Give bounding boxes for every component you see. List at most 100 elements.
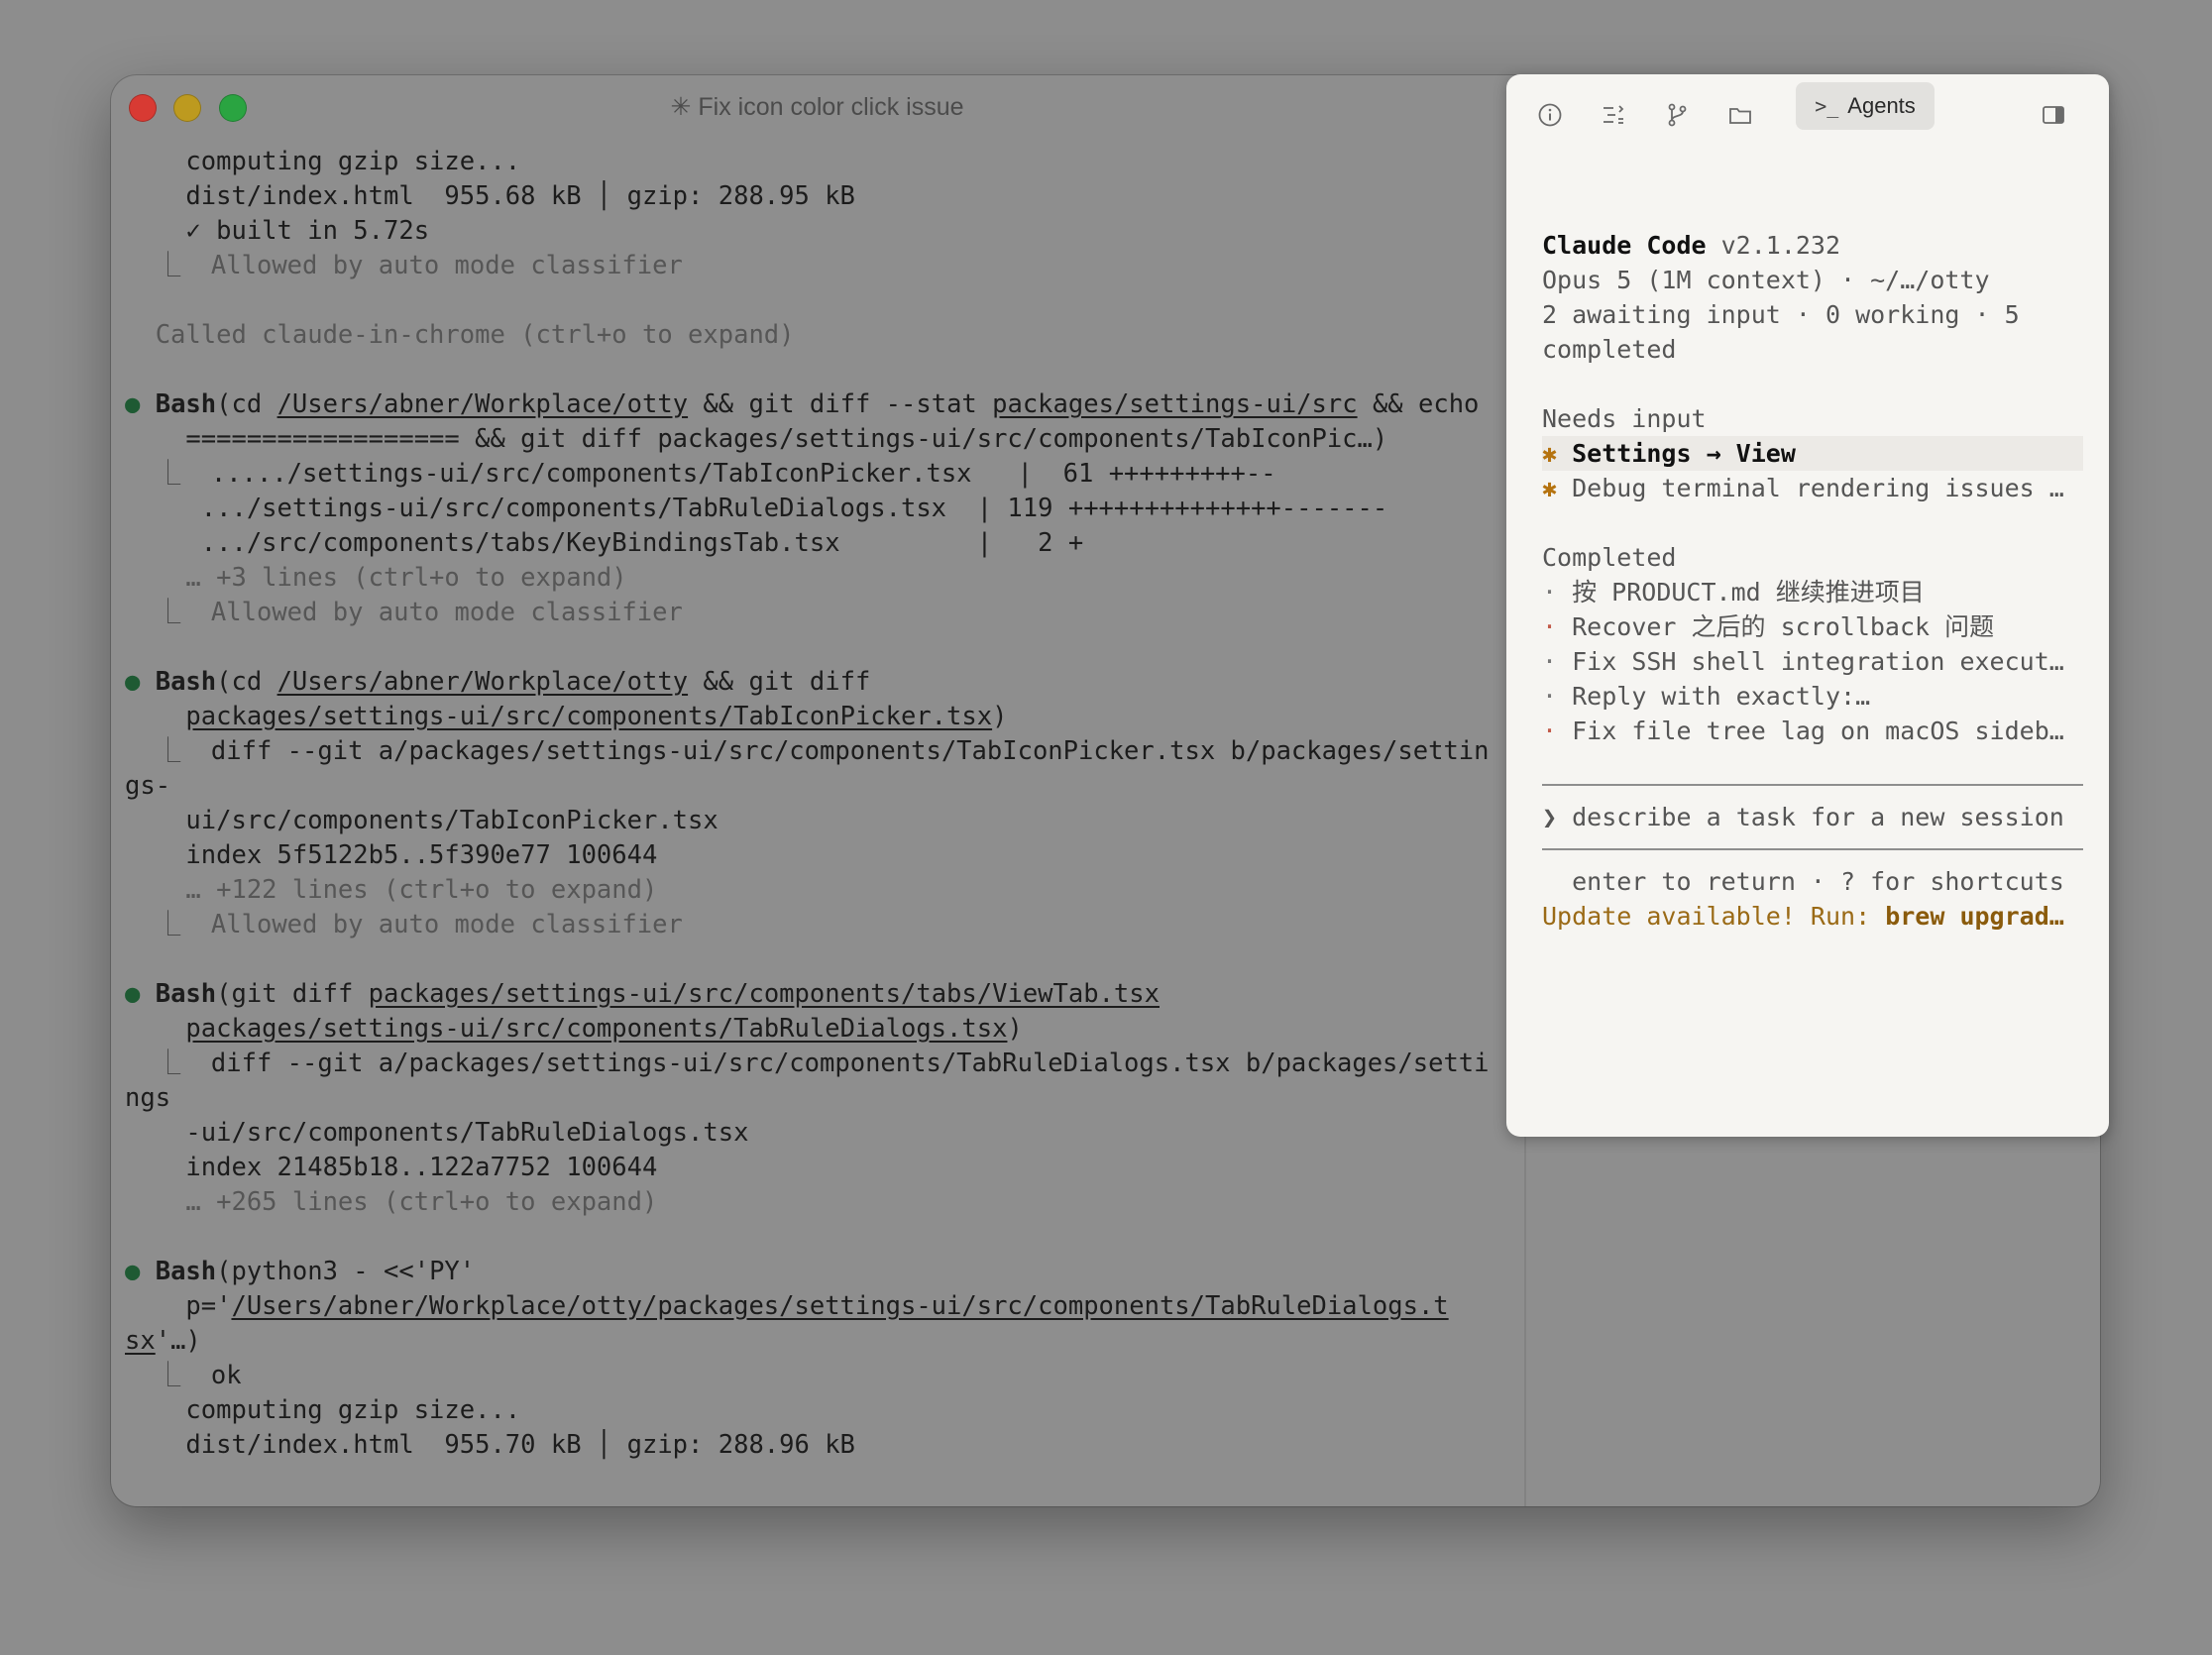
file-path-link[interactable]: packages/settings-ui/src/components/TabI… — [185, 702, 992, 731]
completed-item[interactable]: · Fix SSH shell integration execut… — [1542, 644, 2083, 679]
model-line: Opus 5 (1M context) · ~/…/otty — [1542, 266, 1990, 294]
session-title: Recover 之后的 scrollback 问题 — [1572, 612, 1995, 641]
command-text: (git diff — [216, 979, 369, 1009]
git-branch-icon[interactable] — [1655, 93, 1699, 137]
session-title: Reply with exactly:… — [1572, 682, 1871, 711]
result-text: diff --git a/packages/settings-ui/src/co… — [210, 736, 1490, 766]
completed-item[interactable]: · Reply with exactly:… — [1542, 679, 2083, 714]
output-line: .../src/components/tabs/KeyBindingsTab.t… — [125, 528, 1084, 558]
update-command[interactable]: brew upgrad… — [1885, 902, 2064, 931]
info-icon[interactable] — [1528, 93, 1572, 137]
command-continuation: sx'…) — [125, 1324, 1512, 1359]
tool-name: Bash — [155, 667, 217, 697]
completed-item[interactable]: · Recover 之后的 scrollback 问题 — [1542, 609, 2083, 644]
tab-agents-label: Agents — [1847, 93, 1916, 118]
tool-summary[interactable]: Called claude-in-chrome (ctrl+o to expan… — [125, 318, 1512, 353]
folder-icon[interactable] — [1718, 93, 1762, 137]
command-text: (cd — [216, 667, 277, 697]
needs-input-heading: Needs input — [1542, 404, 1707, 433]
session-title: Fix SSH shell integration execut… — [1572, 647, 2064, 676]
tab-agents[interactable]: >_ Agents — [1796, 82, 1935, 130]
status-dot-icon: · — [1542, 647, 1573, 676]
file-path-link[interactable]: /Users/abner/Workplace/otty/packages/set… — [231, 1291, 1448, 1321]
command-continuation: ================== && git diff packages/… — [125, 424, 1388, 454]
output-line: index 21485b18..122a7752 100644 — [125, 1153, 658, 1182]
expand-hint[interactable]: … +265 lines (ctrl+o to expand) — [125, 1185, 1512, 1220]
file-path-link[interactable]: packages/settings-ui/src — [992, 389, 1357, 419]
command-text — [125, 702, 185, 731]
needs-input-list: ✱ Settings → View ✱ Debug terminal render… — [1542, 436, 2083, 505]
permission-note: ⎿ Allowed by auto mode classifier — [125, 249, 1512, 283]
tool-call-line: ● Bash(git diff packages/settings-ui/src… — [125, 977, 1512, 1012]
agents-panel: >_ Agents Claude Code v2.1.232 Opus 5 (1… — [1506, 74, 2109, 1137]
output-line: dist/index.html 955.70 kB │ gzip: 288.96… — [125, 1430, 855, 1460]
tool-call-bullet-icon: ● — [125, 979, 156, 1009]
status-dot-icon: · — [1542, 717, 1573, 745]
result-connector-icon: ⎿ — [125, 1361, 211, 1390]
expand-hint[interactable]: … +3 lines (ctrl+o to expand) — [125, 561, 1512, 596]
command-text: p=' — [125, 1291, 232, 1321]
completed-item[interactable]: · Fix file tree lag on macOS sideb… — [1542, 714, 2083, 748]
command-text: && git diff --stat — [688, 389, 993, 419]
outline-list-icon[interactable] — [1592, 93, 1635, 137]
status-line-wrap: completed — [1542, 335, 1677, 364]
file-path-link[interactable]: packages/settings-ui/src/components/TabR… — [185, 1014, 1007, 1044]
permission-text: Allowed by auto mode classifier — [210, 598, 683, 627]
tool-name: Bash — [155, 389, 217, 419]
command-text: ) — [1007, 1014, 1023, 1044]
tool-call-line: ● Bash(cd /Users/abner/Workplace/otty &&… — [125, 665, 1512, 700]
output-line: dist/index.html 955.68 kB │ gzip: 288.95… — [125, 181, 855, 211]
output-line: computing gzip size... — [125, 147, 521, 176]
pending-asterisk-icon: ✱ — [1542, 474, 1573, 502]
command-continuation: p='/Users/abner/Workplace/otty/packages/… — [125, 1289, 1512, 1324]
new-session-input[interactable]: ❯ describe a task for a new session — [1542, 800, 2083, 834]
prompt-chevron-icon: ❯ — [1542, 803, 1558, 831]
needs-input-item[interactable]: ✱ Debug terminal rendering issues … — [1542, 471, 2083, 505]
app-version: v2.1.232 — [1706, 231, 1841, 260]
completed-item[interactable]: · 按 PRODUCT.md 继续推进项目 — [1542, 575, 2083, 609]
permission-text: Allowed by auto mode classifier — [210, 251, 683, 280]
command-continuation: packages/settings-ui/src/components/TabI… — [125, 700, 1512, 734]
result-connector-icon: ⎿ — [125, 598, 211, 627]
output-line: computing gzip size... — [125, 1395, 521, 1425]
permission-note: ⎿ Allowed by auto mode classifier — [125, 908, 1512, 942]
status-dot-icon: · — [1542, 578, 1573, 607]
tool-call-bullet-icon: ● — [125, 667, 156, 697]
file-path-link[interactable]: /Users/abner/Workplace/otty — [277, 389, 689, 419]
terminal-output[interactable]: computing gzip size... dist/index.html 9… — [125, 145, 1512, 1502]
file-path-link[interactable]: packages/settings-ui/src/components/tabs… — [369, 979, 1160, 1009]
sidebar-toggle-icon[interactable] — [2032, 93, 2075, 137]
result-connector-icon: ⎿ — [125, 910, 211, 939]
needs-input-item[interactable]: ✱ Settings → View — [1542, 436, 2083, 471]
window-title: ✳ Fix icon color click issue — [670, 93, 964, 121]
tool-call-bullet-icon: ● — [125, 389, 156, 419]
app-header: Claude Code v2.1.232 — [1542, 228, 2083, 263]
tool-name: Bash — [155, 979, 217, 1009]
status-dot-icon: · — [1542, 612, 1573, 641]
app-name: Claude Code — [1542, 231, 1707, 260]
command-text: '…) — [155, 1326, 201, 1356]
tool-result-line: ⎿ diff --git a/packages/settings-ui/src/… — [125, 734, 1512, 769]
file-path-link[interactable]: /Users/abner/Workplace/otty — [277, 667, 689, 697]
result-connector-icon: ⎿ — [125, 1048, 211, 1078]
command-continuation: packages/settings-ui/src/components/TabR… — [125, 1012, 1512, 1047]
output-line: gs- — [125, 771, 171, 801]
command-text: (python3 - <<'PY' — [216, 1257, 476, 1286]
session-title: Debug terminal rendering issues … — [1572, 474, 2064, 502]
command-text — [125, 1014, 185, 1044]
tool-name: Bash — [155, 1257, 217, 1286]
expand-hint[interactable]: … +122 lines (ctrl+o to expand) — [125, 873, 1512, 908]
command-text: && echo — [1357, 389, 1480, 419]
completed-list: · 按 PRODUCT.md 继续推进项目 · Recover 之后的 scrol… — [1542, 575, 2083, 748]
output-line: .../settings-ui/src/components/TabRuleDi… — [125, 494, 1388, 523]
output-line: -ui/src/components/TabRuleDialogs.tsx — [125, 1118, 749, 1148]
command-text: && git diff — [688, 667, 871, 697]
status-line: 2 awaiting input · 0 working · 5 — [1542, 300, 2020, 329]
file-path-link[interactable]: sx — [125, 1326, 156, 1356]
output-line: ✓ built in 5.72s — [125, 216, 430, 246]
result-connector-icon: ⎿ — [125, 736, 211, 766]
